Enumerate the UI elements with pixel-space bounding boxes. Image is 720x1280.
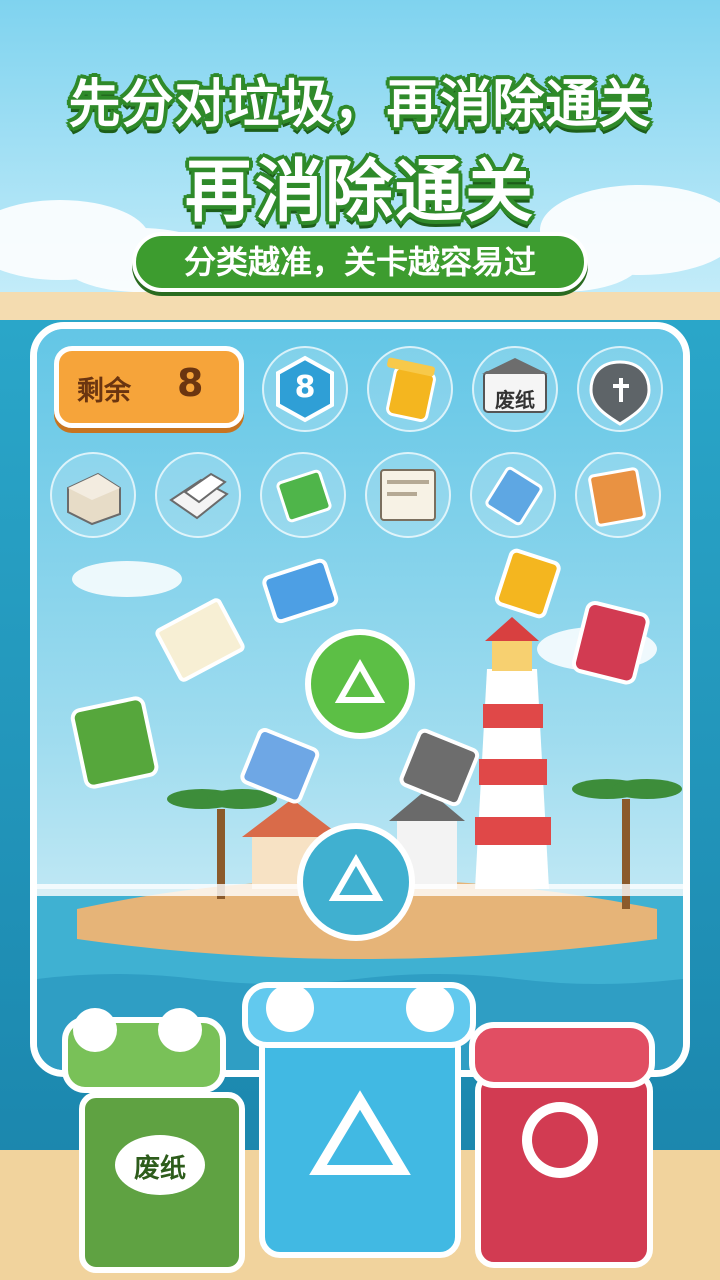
- remaining-counter: 剩余 8: [54, 346, 244, 428]
- paper-box-icon: [67, 472, 121, 526]
- game-scene: 先分对垃圾，再消除通关 再消除通关 分类越准，关卡越容易过 剩余 8 8 废纸 …: [0, 0, 720, 1280]
- board-scenery: [37, 329, 683, 1070]
- headline-line-1: 先分对垃圾，再消除通关: [68, 75, 652, 135]
- folded-paper-icon: [169, 472, 229, 520]
- receipt-icon: [380, 469, 436, 521]
- green-card-icon: [276, 469, 332, 523]
- orange-box-icon: [588, 467, 646, 527]
- subtitle-pill: 分类越准，关卡越容易过: [132, 232, 588, 292]
- headline-line-2: 再消除通关: [184, 153, 535, 232]
- count-badge: 8: [294, 370, 316, 405]
- remaining-label: 剩余: [77, 376, 131, 407]
- blue-carton-icon: [485, 466, 543, 526]
- left-bin-label: 废纸: [133, 1154, 186, 1184]
- yellow-bin-icon: [386, 357, 436, 423]
- grey-pin-icon: [589, 360, 651, 426]
- waste-paper-tag: 废纸: [495, 388, 535, 412]
- game-board: [30, 322, 690, 1077]
- remaining-value: 8: [177, 361, 204, 405]
